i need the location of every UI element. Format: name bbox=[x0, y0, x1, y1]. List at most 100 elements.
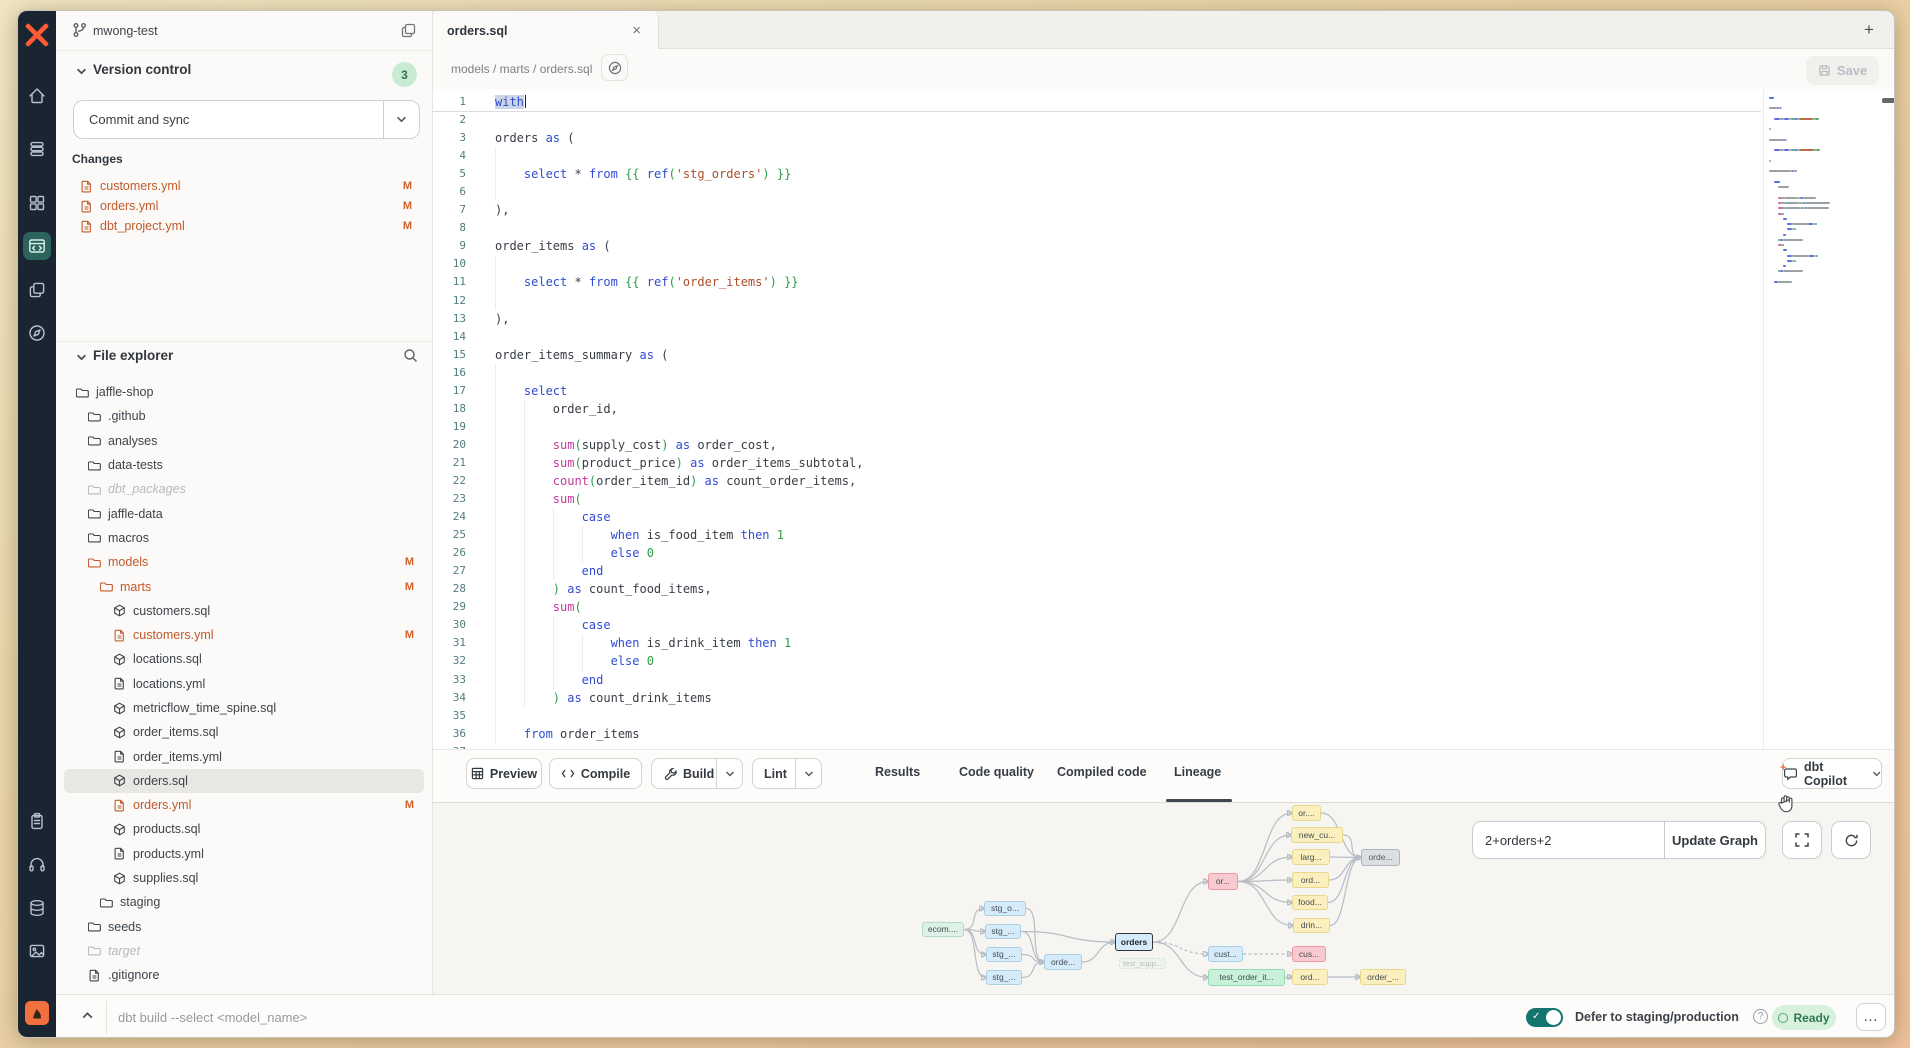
lineage-node-stg_o[interactable]: stg_o... bbox=[984, 901, 1026, 916]
duplicate-icon[interactable] bbox=[401, 23, 416, 43]
lineage-node-stg_[interactable]: stg_... bbox=[986, 970, 1022, 985]
lineage-node-cust[interactable]: cust... bbox=[1208, 946, 1243, 962]
lineage-node-drin[interactable]: drin... bbox=[1293, 918, 1330, 933]
breadcrumb[interactable]: models / marts / orders.sql bbox=[451, 62, 592, 76]
lineage-node-new_cu[interactable]: new_cu... bbox=[1291, 827, 1343, 843]
lineage-node-or[interactable]: or.... bbox=[1292, 805, 1321, 821]
search-icon[interactable] bbox=[403, 348, 418, 368]
lineage-node-or[interactable]: or... bbox=[1208, 873, 1238, 890]
lineage-node-larg[interactable]: larg... bbox=[1292, 849, 1330, 865]
lineage-node-order_[interactable]: order_... bbox=[1360, 969, 1406, 985]
tree-item-seeds[interactable]: seeds bbox=[56, 915, 432, 939]
tree-item-customers.sql[interactable]: customers.sql bbox=[56, 599, 432, 623]
tab-orders-sql[interactable]: orders.sql × bbox=[433, 11, 659, 50]
tree-item-jaffle-shop[interactable]: jaffle-shop bbox=[56, 380, 432, 404]
tree-item-products.yml[interactable]: products.yml bbox=[56, 842, 432, 866]
changed-file-customers.yml[interactable]: customers.yml M bbox=[56, 176, 432, 196]
tree-item-.gitignore[interactable]: .gitignore bbox=[56, 963, 432, 987]
open-in-lineage-icon[interactable] bbox=[601, 54, 628, 81]
refresh-icon[interactable] bbox=[1831, 821, 1871, 859]
tree-item-data-tests[interactable]: data-tests bbox=[56, 453, 432, 477]
lineage-node-test_order_it[interactable]: test_order_it... bbox=[1208, 969, 1285, 986]
copilot-chevron-icon bbox=[1872, 769, 1881, 779]
tree-item-dbt_packages[interactable]: dbt_packages bbox=[56, 477, 432, 501]
tree-item-products.sql[interactable]: products.sql bbox=[56, 817, 432, 841]
editor-minimap[interactable] bbox=[1769, 95, 1881, 290]
tab-results[interactable]: Results bbox=[875, 765, 920, 779]
lineage-node-orde[interactable]: orde... bbox=[1361, 849, 1400, 866]
tab-code-quality[interactable]: Code quality bbox=[959, 765, 1034, 779]
tree-item-orders.yml[interactable]: orders.ymlM bbox=[56, 793, 432, 817]
lineage-node-test_supp[interactable]: test_supp... bbox=[1119, 958, 1166, 969]
lineage-node-orde[interactable]: orde... bbox=[1044, 954, 1082, 970]
defer-label: Defer to staging/production bbox=[1575, 1010, 1739, 1024]
defer-toggle[interactable]: ✓ bbox=[1526, 1008, 1563, 1027]
dbt-copilot-button[interactable]: + dbt Copilot bbox=[1782, 758, 1882, 789]
lineage-node-ecom[interactable]: ecom.... bbox=[922, 922, 964, 937]
lineage-node-food[interactable]: food... bbox=[1292, 895, 1328, 910]
tree-item-supplies.sql[interactable]: supplies.sql bbox=[56, 866, 432, 890]
tree-item-locations.yml[interactable]: locations.yml bbox=[56, 672, 432, 696]
commit-options-chevron-icon[interactable] bbox=[383, 101, 419, 138]
sidebar-item-code-editor[interactable] bbox=[23, 232, 51, 260]
lineage-selector-input[interactable] bbox=[1472, 821, 1664, 859]
build-options-chevron-icon[interactable] bbox=[716, 759, 742, 788]
changed-file-orders.yml[interactable]: orders.yml M bbox=[56, 196, 432, 216]
tree-item-order_items.sql[interactable]: order_items.sql bbox=[56, 720, 432, 744]
tree-item-orders.sql[interactable]: orders.sql bbox=[64, 769, 424, 793]
fullscreen-icon[interactable] bbox=[1782, 821, 1822, 859]
changed-file-dbt_project.yml[interactable]: dbt_project.yml M bbox=[56, 216, 432, 236]
tree-item-models[interactable]: modelsM bbox=[56, 550, 432, 574]
lint-options-chevron-icon[interactable] bbox=[795, 759, 821, 788]
sidebar-item-layers[interactable] bbox=[25, 137, 49, 161]
tree-item-metricflow_time_spine.sql[interactable]: metricflow_time_spine.sql bbox=[56, 696, 432, 720]
sidebar-item-headset[interactable] bbox=[25, 852, 49, 876]
tree-item-order_items.yml[interactable]: order_items.yml bbox=[56, 744, 432, 768]
sidebar-item-clipboard[interactable] bbox=[25, 809, 49, 833]
tree-item-macros[interactable]: macros bbox=[56, 526, 432, 550]
build-button[interactable]: Build bbox=[651, 758, 743, 789]
lineage-node-ord[interactable]: ord... bbox=[1292, 969, 1328, 985]
info-icon[interactable]: ? bbox=[1753, 1009, 1768, 1024]
tree-item-customers.yml[interactable]: customers.ymlM bbox=[56, 623, 432, 647]
tree-item-target[interactable]: target bbox=[56, 939, 432, 963]
lineage-node-stg_[interactable]: stg_... bbox=[986, 947, 1022, 962]
commit-and-sync-button[interactable]: Commit and sync bbox=[73, 100, 420, 139]
file-explorer-header[interactable]: File explorer bbox=[93, 348, 173, 363]
project-name[interactable]: mwong-test bbox=[93, 24, 158, 38]
version-control-header[interactable]: Version control bbox=[93, 62, 191, 77]
update-graph-button[interactable]: Update Graph bbox=[1664, 821, 1766, 859]
code-editor[interactable]: 1with23orders as (45select * from {{ ref… bbox=[433, 89, 1894, 749]
dbt-logo[interactable] bbox=[25, 23, 49, 47]
dbt-command-input[interactable] bbox=[118, 1003, 818, 1031]
compile-button[interactable]: Compile bbox=[549, 758, 642, 789]
lineage-node-stg_[interactable]: stg_... bbox=[985, 924, 1021, 939]
lint-button[interactable]: Lint bbox=[752, 758, 822, 789]
sidebar-item-home[interactable] bbox=[25, 84, 49, 108]
sidebar-item-database[interactable] bbox=[25, 896, 49, 920]
preview-button[interactable]: Preview bbox=[466, 758, 542, 789]
sidebar-item-windows[interactable] bbox=[25, 278, 49, 302]
tree-item-marts[interactable]: martsM bbox=[56, 574, 432, 598]
tree-item-.github[interactable]: .github bbox=[56, 404, 432, 428]
scrollbar-thumb[interactable] bbox=[1882, 98, 1894, 103]
tree-item-jaffle-data[interactable]: jaffle-data bbox=[56, 501, 432, 525]
lineage-node-ord[interactable]: ord... bbox=[1292, 872, 1329, 888]
tab-lineage[interactable]: Lineage bbox=[1174, 765, 1221, 779]
sidebar-item-compass[interactable] bbox=[25, 321, 49, 345]
tree-item-label: products.yml bbox=[133, 847, 204, 861]
sidebar-item-image[interactable] bbox=[25, 939, 49, 963]
tree-item-analyses[interactable]: analyses bbox=[56, 429, 432, 453]
new-tab-button[interactable]: + bbox=[1858, 19, 1880, 41]
tree-item-staging[interactable]: staging bbox=[56, 890, 432, 914]
save-button[interactable]: Save bbox=[1806, 56, 1879, 85]
tree-item-locations.sql[interactable]: locations.sql bbox=[56, 647, 432, 671]
user-avatar[interactable] bbox=[25, 1001, 49, 1025]
expand-panel-chevron-icon[interactable] bbox=[81, 1009, 94, 1027]
sidebar-item-grid[interactable] bbox=[25, 191, 49, 215]
more-options-button[interactable]: … bbox=[1856, 1003, 1886, 1031]
lineage-node-orders[interactable]: orders bbox=[1115, 933, 1153, 951]
lineage-node-cus[interactable]: cus... bbox=[1292, 946, 1326, 962]
tab-close-icon[interactable]: × bbox=[632, 23, 641, 38]
tab-compiled-code[interactable]: Compiled code bbox=[1057, 765, 1147, 779]
